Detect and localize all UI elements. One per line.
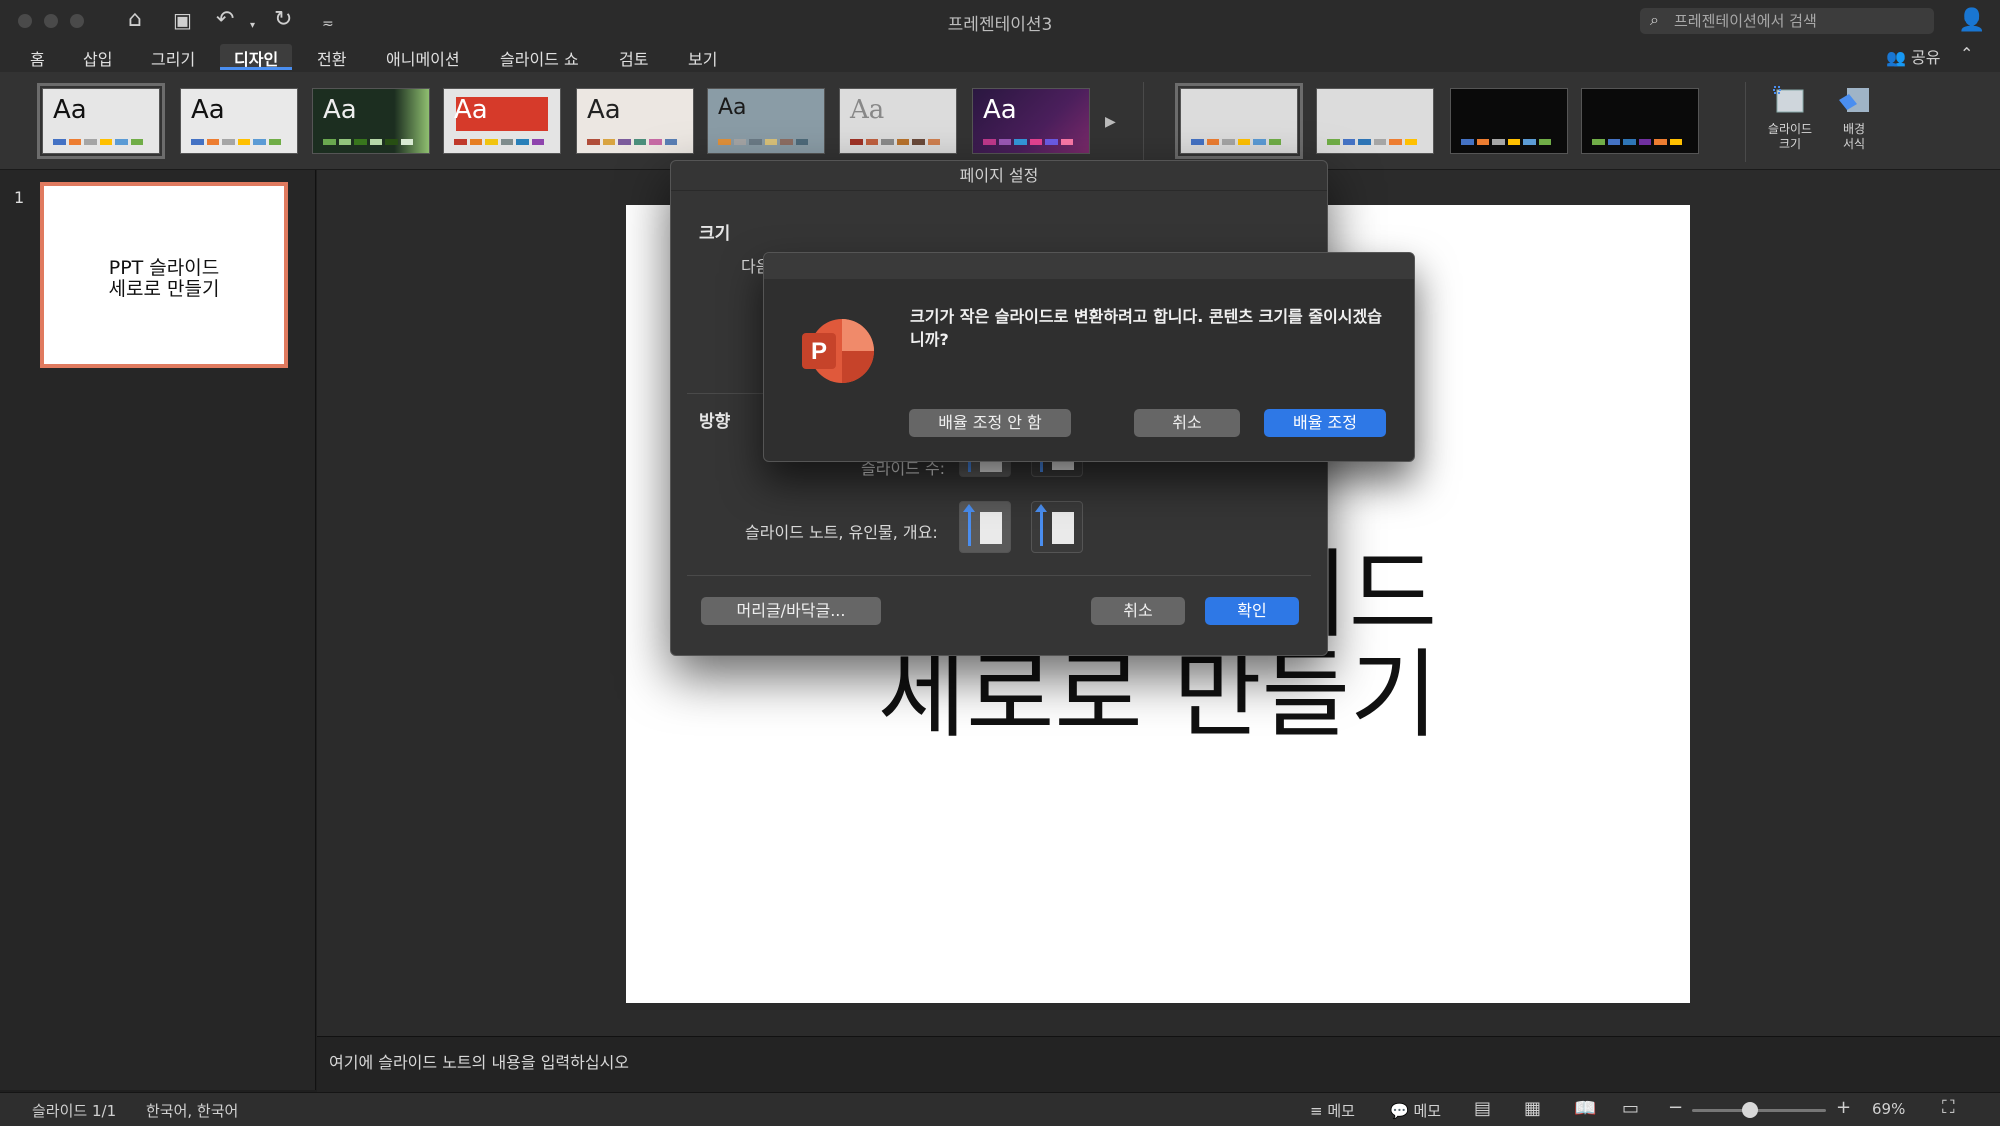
theme-red[interactable]: Aa: [443, 88, 561, 154]
notes-landscape-button[interactable]: [1031, 501, 1083, 553]
notes-placeholder: 여기에 슬라이드 노트의 내용을 입력하십시오: [329, 1053, 630, 1072]
tab-slideshow[interactable]: 슬라이드 쇼: [500, 44, 579, 70]
tab-animations[interactable]: 애니메이션: [386, 44, 460, 70]
account-icon[interactable]: 👤: [1958, 8, 1985, 33]
size-section-label: 크기: [699, 224, 731, 244]
tab-home[interactable]: 홈: [30, 44, 45, 70]
gallery-next-icon[interactable]: ▶: [1105, 114, 1116, 130]
slide-thumbnail-text: PPT 슬라이드 세로로 만들기: [108, 257, 220, 300]
slide-thumbnail-panel: 1 PPT 슬라이드 세로로 만들기: [0, 170, 316, 1090]
slide-counter: 슬라이드 1/1: [32, 1102, 117, 1120]
share-button[interactable]: 👥 공유: [1886, 44, 1940, 68]
format-background-button[interactable]: 배경 서식: [1822, 86, 1886, 152]
ribbon-tabs: 홈 삽입 그리기 디자인 전환 애니메이션 슬라이드 쇼 검토 보기: [0, 40, 2000, 72]
notes-pane[interactable]: 여기에 슬라이드 노트의 내용을 입력하십시오: [317, 1036, 2000, 1092]
notes-portrait-button[interactable]: [959, 501, 1011, 553]
theme-purple[interactable]: Aa: [972, 88, 1090, 154]
svg-text:P: P: [811, 338, 827, 365]
collapse-ribbon-icon[interactable]: ⌃: [1960, 44, 1973, 63]
tab-insert[interactable]: 삽입: [83, 44, 112, 70]
theme-office-2[interactable]: Aa: [180, 88, 298, 154]
theme-gray-pattern[interactable]: Aa: [839, 88, 957, 154]
comment-icon: 💬: [1390, 1102, 1409, 1120]
variant-3[interactable]: [1450, 88, 1568, 154]
search-input[interactable]: [1674, 11, 1924, 31]
search-icon: ⌕: [1650, 10, 1659, 29]
tab-view[interactable]: 보기: [688, 44, 717, 70]
language-indicator[interactable]: 한국어, 한국어: [146, 1100, 238, 1121]
design-ribbon: Aa Aa Aa Aa Aa Aa Aa Aa ▶ 슬라이드 크기 배경 서식: [0, 72, 2000, 170]
notes-icon: ≡: [1310, 1102, 1323, 1120]
title-bar: ⌂ ▣ ↶ ▾ ↻ ≂ 프레젠테이션3 ⌕ 👤: [0, 0, 2000, 40]
tab-draw[interactable]: 그리기: [151, 44, 195, 70]
orientation-section-label: 방향: [699, 412, 731, 432]
zoom-slider[interactable]: [1692, 1109, 1826, 1112]
header-footer-button[interactable]: 머리글/바닥글...: [701, 597, 881, 625]
slide-size-icon: [1773, 86, 1804, 113]
slide-sorter-icon[interactable]: ▦: [1524, 1098, 1541, 1119]
fit-to-window-icon[interactable]: ⛶: [1942, 1097, 1955, 1118]
zoom-slider-handle[interactable]: [1741, 1102, 1758, 1118]
zoom-out-icon[interactable]: −: [1668, 1097, 1683, 1118]
normal-view-icon[interactable]: ▤: [1474, 1098, 1491, 1119]
tab-review[interactable]: 검토: [619, 44, 648, 70]
alert-cancel-button[interactable]: 취소: [1134, 409, 1240, 437]
slideshow-view-icon[interactable]: ▭: [1622, 1098, 1639, 1119]
powerpoint-icon: P: [802, 319, 874, 383]
scale-content-alert: P 크기가 작은 슬라이드로 변환하려고 합니다. 콘텐츠 크기를 줄이시겠습니…: [763, 252, 1415, 462]
tab-design[interactable]: 디자인: [220, 44, 293, 70]
alert-message: 크기가 작은 슬라이드로 변환하려고 합니다. 콘텐츠 크기를 줄이시겠습니까?: [910, 307, 1382, 349]
add-person-icon: 👥: [1886, 48, 1906, 67]
page-setup-ok-button[interactable]: 확인: [1205, 597, 1299, 625]
notes-handouts-label: 슬라이드 노트, 유인물, 개요:: [745, 523, 938, 542]
variant-1[interactable]: [1175, 83, 1303, 159]
notes-toggle-button[interactable]: ≡ 메모: [1310, 1100, 1355, 1121]
theme-office[interactable]: Aa: [37, 83, 165, 159]
variant-4[interactable]: [1581, 88, 1699, 154]
theme-blue-gray[interactable]: Aa: [707, 88, 825, 154]
dont-scale-button[interactable]: 배율 조정 안 함: [909, 409, 1071, 437]
page-setup-cancel-button[interactable]: 취소: [1091, 597, 1185, 625]
variant-2[interactable]: [1316, 88, 1434, 154]
theme-beige[interactable]: Aa: [576, 88, 694, 154]
theme-green[interactable]: Aa: [312, 88, 430, 154]
slide-thumbnail[interactable]: PPT 슬라이드 세로로 만들기: [40, 182, 288, 368]
format-background-icon: [1839, 88, 1869, 112]
slide-size-button[interactable]: 슬라이드 크기: [1758, 86, 1822, 152]
scale-button[interactable]: 배율 조정: [1264, 409, 1386, 437]
slide-number: 1: [14, 188, 25, 207]
search-box[interactable]: ⌕: [1640, 8, 1934, 34]
reading-view-icon[interactable]: 📖: [1574, 1098, 1596, 1119]
tab-transitions[interactable]: 전환: [317, 44, 346, 70]
zoom-percentage[interactable]: 69%: [1872, 1100, 1905, 1118]
page-setup-title: 페이지 설정: [671, 161, 1327, 191]
comments-toggle-button[interactable]: 💬 메모: [1390, 1100, 1441, 1121]
status-bar: 슬라이드 1/1 한국어, 한국어 ≡ 메모 💬 메모 ▤ ▦ 📖 ▭ − + …: [0, 1092, 2000, 1126]
zoom-in-icon[interactable]: +: [1836, 1097, 1851, 1118]
